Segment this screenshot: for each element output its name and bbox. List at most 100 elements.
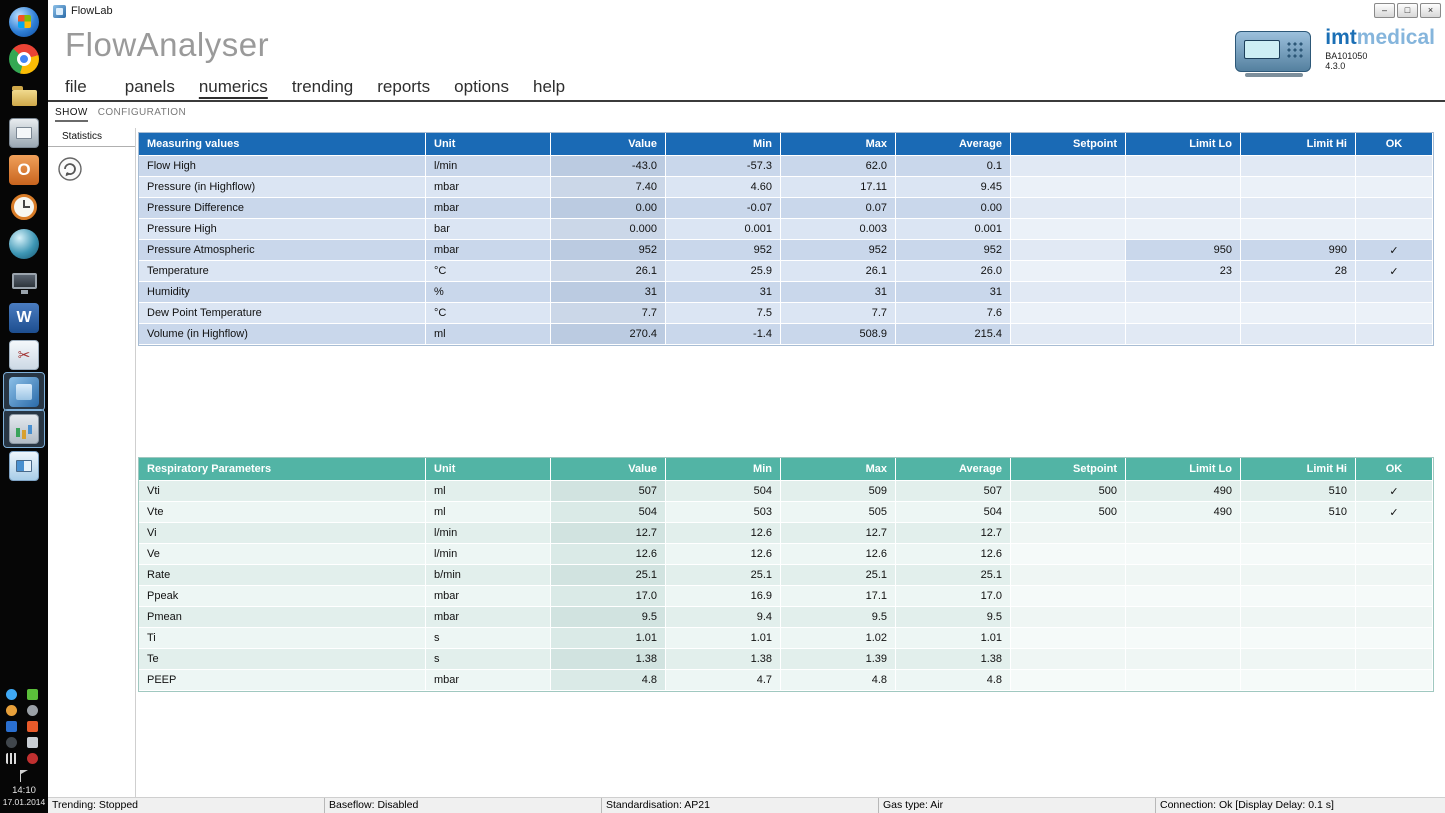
table-cell: Te — [139, 649, 426, 670]
tray-power-icon[interactable] — [6, 737, 17, 748]
taskbar-date: 17.01.2014 — [3, 797, 46, 808]
table-row[interactable]: Flow Highl/min-43.0-57.362.00.1 — [139, 156, 1433, 177]
table-row[interactable]: Temperature°C26.125.926.126.02328✓ — [139, 261, 1433, 282]
taskbar-item-start[interactable] — [4, 3, 44, 40]
taskbar-item-computer[interactable] — [4, 262, 44, 299]
device-code: BA101050 — [1325, 51, 1435, 61]
content-area: SHOW CONFIGURATION Statistics Measuring … — [48, 102, 1445, 797]
table-cell: 9.45 — [896, 177, 1011, 198]
table-cell: l/min — [426, 156, 551, 177]
table-cell: 17.0 — [896, 586, 1011, 607]
menu-item-options[interactable]: options — [454, 77, 509, 97]
minimize-button[interactable]: – — [1374, 3, 1395, 18]
table-cell: mbar — [426, 586, 551, 607]
table-row[interactable]: Humidity%31313131 — [139, 282, 1433, 303]
table-cell: 503 — [666, 502, 781, 523]
table-cell: ✓ — [1356, 502, 1433, 523]
table-row[interactable]: Pressure Highbar0.0000.0010.0030.001 — [139, 219, 1433, 240]
table-cell — [1241, 565, 1356, 586]
table-cell: Dew Point Temperature — [139, 303, 426, 324]
taskbar-item-outlook[interactable]: O — [4, 151, 44, 188]
table-cell — [1356, 523, 1433, 544]
main-window: FlowLab – □ × FlowAnalyser imtmedical BA… — [48, 0, 1445, 813]
table-cell: 504 — [666, 481, 781, 502]
taskbar-item-app[interactable] — [4, 114, 44, 151]
tray-network-icon[interactable] — [6, 689, 17, 700]
taskbar-item-clock-app[interactable] — [4, 188, 44, 225]
tab-configuration[interactable]: CONFIGURATION — [98, 107, 186, 122]
table-cell — [1011, 628, 1126, 649]
menu-item-file[interactable]: file — [65, 77, 87, 97]
table-header-row: Measuring valuesUnitValueMinMaxAverageSe… — [139, 133, 1433, 156]
table-row[interactable]: Pressure (in Highflow)mbar7.404.6017.119… — [139, 177, 1433, 198]
table-cell — [1356, 649, 1433, 670]
table-cell — [1241, 670, 1356, 691]
menu-item-help[interactable]: help — [533, 77, 565, 97]
tray-volume-icon[interactable] — [27, 753, 38, 764]
table-cell — [1356, 628, 1433, 649]
taskbar-item-media[interactable] — [4, 225, 44, 262]
tray-update-icon[interactable] — [27, 705, 38, 716]
table-cell — [1356, 177, 1433, 198]
table-row[interactable]: Pressure Differencembar0.00-0.070.070.00 — [139, 198, 1433, 219]
table-row[interactable]: Tes1.381.381.391.38 — [139, 649, 1433, 670]
taskbar-item-chart-app[interactable] — [4, 410, 44, 447]
table-cell — [1356, 282, 1433, 303]
table-row[interactable]: Rateb/min25.125.125.125.1 — [139, 565, 1433, 586]
tray-flag-icon[interactable] — [18, 770, 30, 782]
maximize-button[interactable]: □ — [1397, 3, 1418, 18]
taskbar-item-folder[interactable] — [4, 77, 44, 114]
table-row[interactable]: Tis1.011.011.021.01 — [139, 628, 1433, 649]
logo-medical-text: medical — [1357, 26, 1435, 49]
table-cell: % — [426, 282, 551, 303]
table-cell: 0.001 — [896, 219, 1011, 240]
tray-antivirus-icon[interactable] — [27, 689, 38, 700]
menu-item-numerics[interactable]: numerics — [199, 77, 268, 97]
table-row[interactable]: Ppeakmbar17.016.917.117.0 — [139, 586, 1433, 607]
table-cell: 0.00 — [551, 198, 666, 219]
refresh-button[interactable] — [57, 156, 83, 182]
tray-messenger-icon[interactable] — [27, 721, 38, 732]
table-row[interactable]: PEEPmbar4.84.74.84.8 — [139, 670, 1433, 691]
logo-imt-text: imt — [1325, 26, 1357, 49]
column-header: Min — [666, 133, 781, 156]
close-button[interactable]: × — [1420, 3, 1441, 18]
taskbar-item-flowlab[interactable] — [4, 373, 44, 410]
menu-item-trending[interactable]: trending — [292, 77, 353, 97]
table-row[interactable]: Pmeanmbar9.59.49.59.5 — [139, 607, 1433, 628]
table-row[interactable]: Vtiml507504509507500490510✓ — [139, 481, 1433, 502]
tray-settings-icon[interactable] — [6, 705, 17, 716]
table-row[interactable]: Pressure Atmosphericmbar9529529529529509… — [139, 240, 1433, 261]
column-header: OK — [1356, 458, 1433, 481]
taskbar-item-word[interactable]: W — [4, 299, 44, 336]
table-cell: 7.7 — [551, 303, 666, 324]
taskbar-item-snipping[interactable]: ✂ — [4, 336, 44, 373]
tray-bluetooth-icon[interactable] — [6, 721, 17, 732]
menu-item-panels[interactable]: panels — [125, 77, 175, 97]
table-row[interactable]: Vteml504503505504500490510✓ — [139, 502, 1433, 523]
brand-block: imtmedical BA101050 4.3.0 — [1235, 26, 1435, 77]
taskbar-item-chrome[interactable] — [4, 40, 44, 77]
taskbar-item-paint[interactable] — [4, 447, 44, 484]
table-row[interactable]: Volume (in Highflow)ml270.4-1.4508.9215.… — [139, 324, 1433, 345]
tab-show[interactable]: SHOW — [55, 107, 88, 122]
table-cell: -1.4 — [666, 324, 781, 345]
table-cell — [1241, 219, 1356, 240]
table-row[interactable]: Dew Point Temperature°C7.77.57.77.6 — [139, 303, 1433, 324]
table-cell: 12.6 — [896, 544, 1011, 565]
table-cell — [1241, 544, 1356, 565]
table-row[interactable]: Vil/min12.712.612.712.7 — [139, 523, 1433, 544]
table-cell: Rate — [139, 565, 426, 586]
tray-phone-icon[interactable] — [27, 737, 38, 748]
tray-signal-icon[interactable] — [6, 753, 17, 764]
table-cell: 4.8 — [551, 670, 666, 691]
column-header: Respiratory Parameters — [139, 458, 426, 481]
table-cell: 25.1 — [551, 565, 666, 586]
table-cell — [1126, 156, 1241, 177]
table-cell: 500 — [1011, 481, 1126, 502]
table-row[interactable]: Vel/min12.612.612.612.6 — [139, 544, 1433, 565]
menu-item-reports[interactable]: reports — [377, 77, 430, 97]
clock-app-icon — [11, 194, 37, 220]
table-cell: 12.6 — [551, 544, 666, 565]
side-panel-statistics-label[interactable]: Statistics — [48, 128, 135, 147]
